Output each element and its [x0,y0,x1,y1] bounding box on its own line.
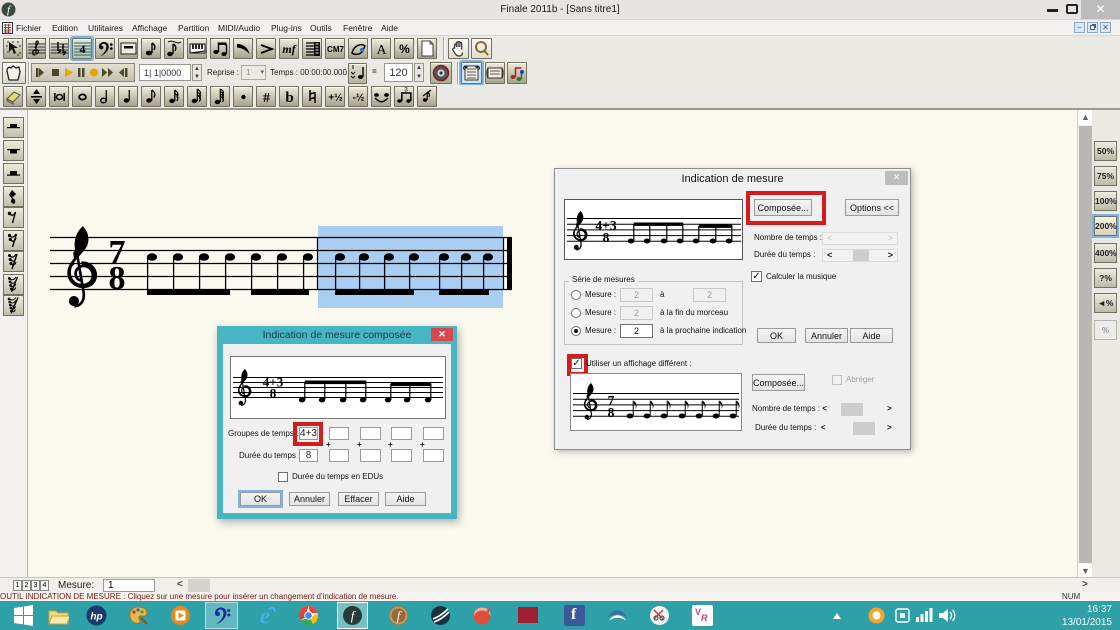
svg-text:A: A [376,43,387,58]
svg-text:8: 8 [603,230,610,245]
svg-text:b: b [285,90,293,106]
svg-text:CM7: CM7 [327,45,344,54]
svg-text:4: 4 [80,42,86,56]
svg-text:#: # [263,91,270,106]
svg-text:8: 8 [608,405,615,420]
svg-text:hp: hp [90,612,102,623]
svg-text:8: 8 [270,386,277,401]
svg-text:%: % [399,42,410,56]
svg-text:-½: -½ [353,93,365,104]
svg-text:mf: mf [282,42,296,56]
svg-text:8: 8 [109,260,126,297]
svg-text:+½: +½ [328,93,342,104]
